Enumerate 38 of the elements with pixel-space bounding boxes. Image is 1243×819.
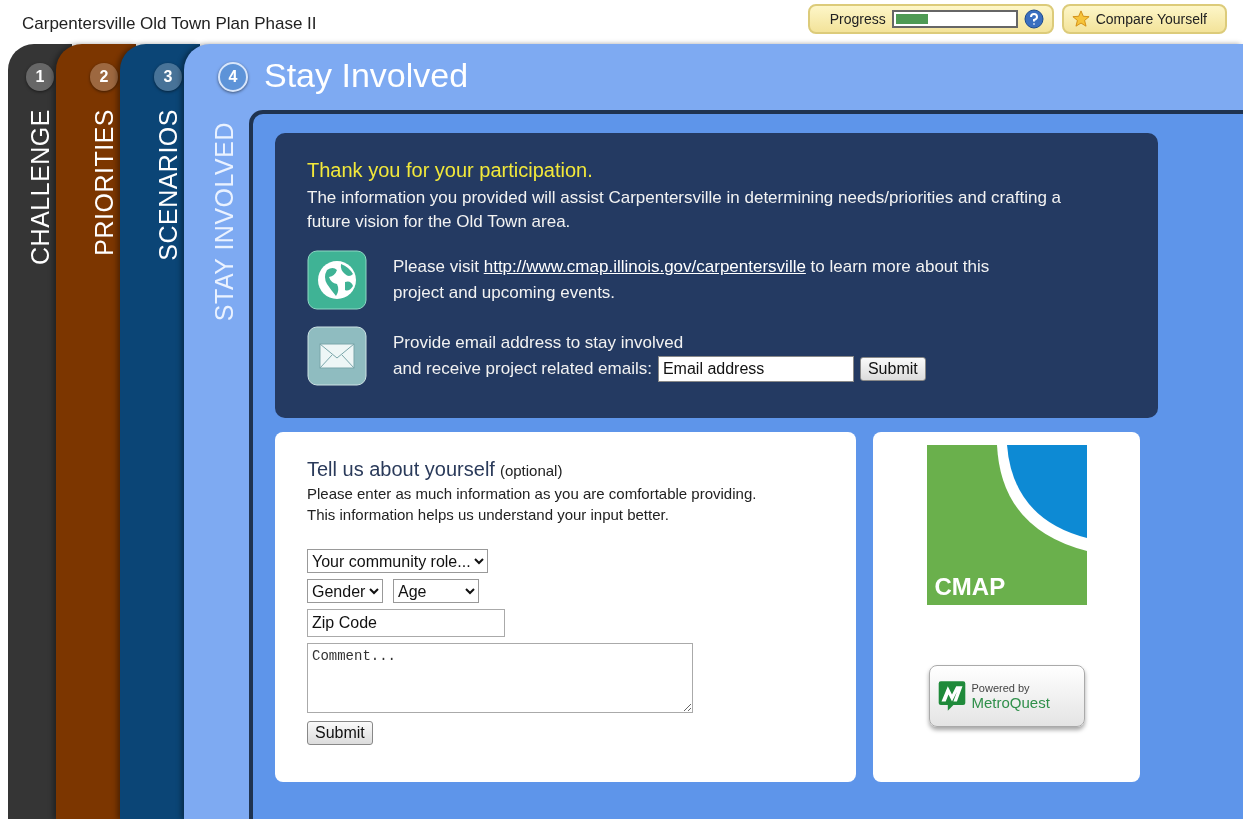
cmap-logo: CMAP xyxy=(926,445,1087,605)
thanks-heading: Thank you for your participation. xyxy=(307,159,594,182)
step-label: STAY INVOLVED xyxy=(210,122,239,322)
thanks-text: The information you provided will assist Carpentersville in determining needs/priorities and crafting a future vision for the Old Town area. xyxy=(307,187,1063,233)
email-prompt: Provide email address to stay involved xyxy=(393,332,685,354)
globe-icon xyxy=(307,250,367,310)
comment-field[interactable]: Comment... xyxy=(307,643,693,713)
help-icon[interactable] xyxy=(1023,9,1044,29)
optional-note: (optional) xyxy=(499,462,563,479)
step-label: SCENARIOS xyxy=(153,109,183,261)
email-prompt: and receive project related emails: xyxy=(393,358,652,380)
step-number: 1 xyxy=(26,63,54,91)
about-text: Please enter as much information as you are comfortable providing. This information helps us understand your input better. xyxy=(307,484,758,525)
community-role-dropdown[interactable]: Your community role... xyxy=(307,549,488,573)
metroquest-text: MetroQuest xyxy=(971,693,1050,711)
compare-button[interactable]: Compare Yourself xyxy=(1061,4,1227,34)
gender-dropdown[interactable]: Gender xyxy=(307,579,383,603)
step-number: 2 xyxy=(90,63,118,91)
visit-text: Please visit http://www.cmap.illinois.gov/carpentersville to learn more about this project and upcoming events. xyxy=(393,256,991,304)
age-dropdown[interactable]: Age xyxy=(393,579,479,603)
zip-code-field[interactable]: Zip Code xyxy=(307,609,505,637)
step-number: 4 xyxy=(218,62,248,92)
metroquest-icon xyxy=(937,680,966,712)
step-label: PRIORITIES xyxy=(89,109,119,256)
submit-button[interactable]: Submit xyxy=(307,721,373,745)
site-title: Carpentersville Old Town Plan Phase II xyxy=(22,14,317,34)
email-field[interactable]: Email address xyxy=(657,356,854,382)
page-title: Stay Involved xyxy=(264,55,469,95)
submit-button[interactable]: Submit xyxy=(859,357,926,381)
step-number: 3 xyxy=(154,63,182,91)
metroquest-badge[interactable]: Powered by MetroQuest xyxy=(928,665,1085,727)
progress-label: Progress xyxy=(829,11,886,27)
step-label: CHALLENGE xyxy=(25,109,55,265)
envelope-icon xyxy=(307,326,367,386)
powered-by-text: Powered by xyxy=(971,681,1031,694)
website-link[interactable]: http://www.cmap.illinois.gov/carpentersville xyxy=(483,257,806,276)
about-heading: Tell us about yourself xyxy=(307,458,495,480)
star-icon xyxy=(1071,10,1090,28)
